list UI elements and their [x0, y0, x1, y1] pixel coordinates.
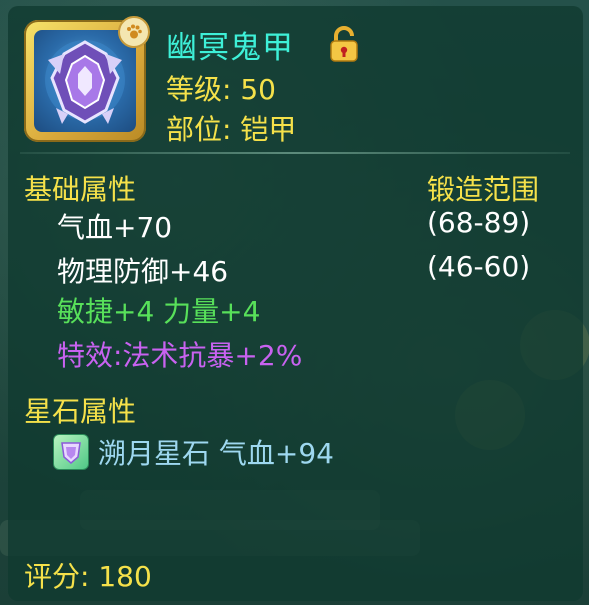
item-slot-row: 部位: 铠甲: [166, 108, 296, 148]
armor-icon: [34, 30, 136, 132]
score-label: 评分: [24, 560, 81, 593]
level-label: 等级: [166, 73, 223, 106]
bonus-attributes: 敏捷+4 力量+4: [57, 295, 261, 328]
star-stone-attribute: 溯月星石 气血+94: [98, 437, 334, 470]
star-stone-heading: 星石属性: [24, 395, 137, 428]
base-attributes-heading: 基础属性: [24, 173, 137, 206]
slot-value: 铠甲: [240, 113, 297, 146]
slot-separator: :: [222, 113, 232, 146]
header-divider: [20, 152, 570, 154]
item-level-row: 等级: 50: [166, 68, 276, 108]
paw-icon: [118, 16, 150, 48]
score-value: 180: [98, 560, 152, 593]
level-value: 50: [240, 73, 276, 106]
slot-label: 部位: [166, 113, 223, 146]
star-stone-icon: [53, 434, 89, 470]
unlocked-padlock-icon[interactable]: [327, 26, 361, 62]
item-name: 幽冥鬼甲: [166, 30, 294, 66]
stat-hp-range: (68-89): [427, 206, 531, 239]
stat-physical-defense: 物理防御+46: [57, 255, 229, 288]
level-separator: :: [222, 73, 232, 106]
score-row: 评分: 180: [24, 555, 152, 595]
forge-range-heading: 锻造范围: [427, 173, 540, 206]
item-icon-frame[interactable]: [24, 16, 150, 142]
score-separator: :: [80, 560, 90, 593]
stat-physical-defense-range: (46-60): [427, 250, 531, 283]
stat-hp: 气血+70: [57, 211, 173, 244]
special-effect: 特效:法术抗暴+2%: [57, 339, 303, 372]
